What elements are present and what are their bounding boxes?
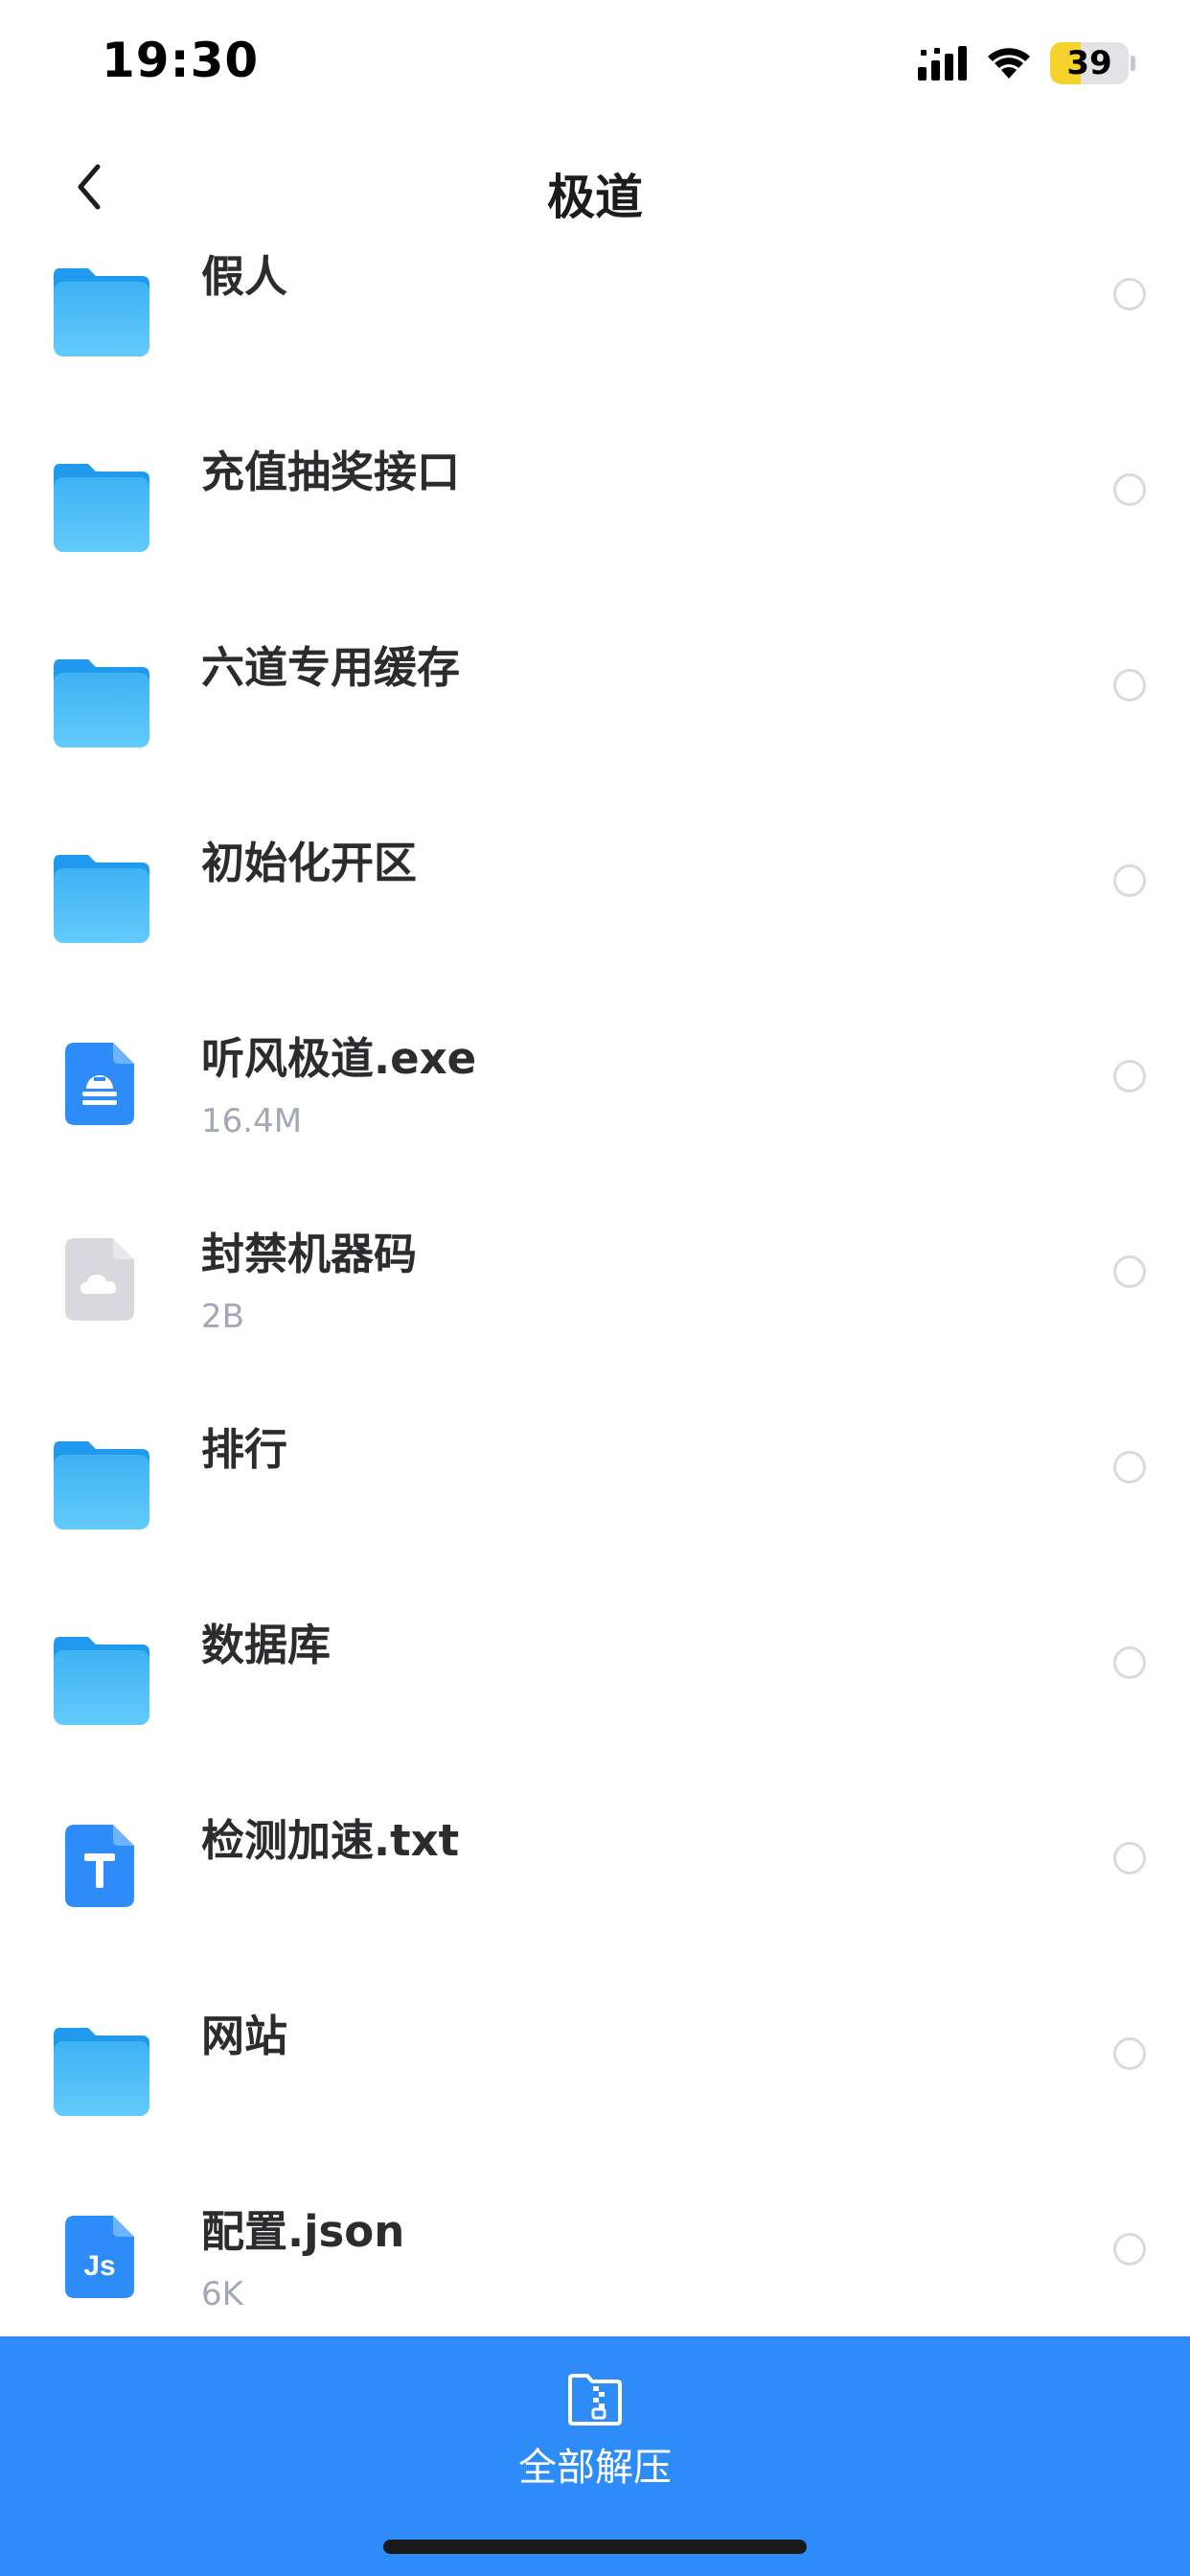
select-radio[interactable] <box>1113 2037 1146 2070</box>
select-radio[interactable] <box>1113 473 1146 506</box>
status-bar: 19:30 39 <box>0 0 1190 126</box>
text-file-icon <box>65 1825 134 1907</box>
folder-icon <box>54 656 149 748</box>
nav-bar: 极道 <box>0 126 1190 251</box>
file-list[interactable]: 假人 充值抽奖接口 六道专用缓存 初始化开区 听风极道.exe 16.4M 封禁机… <box>0 251 1190 2336</box>
file-row[interactable]: 封禁机器码 2B <box>0 1171 1190 1367</box>
select-radio[interactable] <box>1113 1255 1146 1288</box>
file-name: 初始化开区 <box>201 838 418 888</box>
file-row[interactable]: 排行 <box>0 1367 1190 1562</box>
exe-file-icon <box>65 1043 134 1125</box>
file-row[interactable]: Js 配置.json 6K <box>0 2149 1190 2336</box>
select-radio[interactable] <box>1113 1451 1146 1484</box>
select-radio[interactable] <box>1113 1646 1146 1679</box>
file-name: 网站 <box>201 2011 288 2061</box>
battery-percentage: 39 <box>1066 44 1112 82</box>
bottom-action-bar: 全部解压 <box>0 2336 1190 2576</box>
select-radio[interactable] <box>1113 864 1146 897</box>
file-row[interactable]: 六道专用缓存 <box>0 585 1190 780</box>
select-radio[interactable] <box>1113 1060 1146 1092</box>
file-row[interactable]: 假人 <box>0 251 1190 389</box>
file-row[interactable]: 充值抽奖接口 <box>0 389 1190 585</box>
file-name: 六道专用缓存 <box>201 642 461 693</box>
extract-all-button[interactable]: 全部解压 <box>451 2354 739 2497</box>
file-list-content: 假人 充值抽奖接口 六道专用缓存 初始化开区 听风极道.exe 16.4M 封禁机… <box>0 251 1190 2336</box>
select-radio[interactable] <box>1113 1842 1146 1874</box>
file-row[interactable]: 网站 <box>0 1953 1190 2149</box>
file-row[interactable]: 检测加速.txt <box>0 1758 1190 1953</box>
file-name: 排行 <box>201 1424 288 1475</box>
select-radio[interactable] <box>1113 278 1146 310</box>
file-size: 6K <box>201 2275 243 2313</box>
home-indicator <box>383 2540 807 2554</box>
file-name: 数据库 <box>201 1620 332 1670</box>
select-radio[interactable] <box>1113 669 1146 702</box>
battery-tip <box>1131 56 1135 71</box>
file-name: 检测加速.txt <box>201 1815 460 1866</box>
zip-icon <box>568 2374 622 2426</box>
file-row[interactable]: 听风极道.exe 16.4M <box>0 976 1190 1171</box>
file-row[interactable]: 数据库 <box>0 1562 1190 1758</box>
page-title: 极道 <box>547 170 643 225</box>
wifi-icon <box>988 48 1030 79</box>
folder-icon <box>54 1438 149 1530</box>
signal-icon <box>918 46 967 80</box>
file-name: 配置.json <box>201 2206 405 2257</box>
file-name: 假人 <box>201 251 288 302</box>
svg-text:Js: Js <box>83 2250 115 2282</box>
select-radio[interactable] <box>1113 2233 1146 2266</box>
file-name: 充值抽奖接口 <box>201 447 461 497</box>
watermark: t1gm.vip <box>1044 2542 1179 2568</box>
json-file-icon: Js <box>65 2216 134 2298</box>
cloud-file-icon <box>65 1238 134 1321</box>
folder-icon <box>54 460 149 552</box>
extract-all-label: 全部解压 <box>518 2446 672 2490</box>
status-time: 19:30 <box>102 33 260 88</box>
folder-icon <box>54 851 149 943</box>
file-name: 封禁机器码 <box>201 1229 418 1279</box>
file-name: 听风极道.exe <box>201 1033 477 1084</box>
battery-icon: 39 <box>1050 42 1129 84</box>
file-size: 2B <box>201 1298 244 1336</box>
folder-icon <box>54 2024 149 2116</box>
folder-icon <box>54 1633 149 1725</box>
file-row[interactable]: 初始化开区 <box>0 780 1190 976</box>
file-size: 16.4M <box>201 1102 303 1140</box>
folder-icon <box>54 264 149 356</box>
